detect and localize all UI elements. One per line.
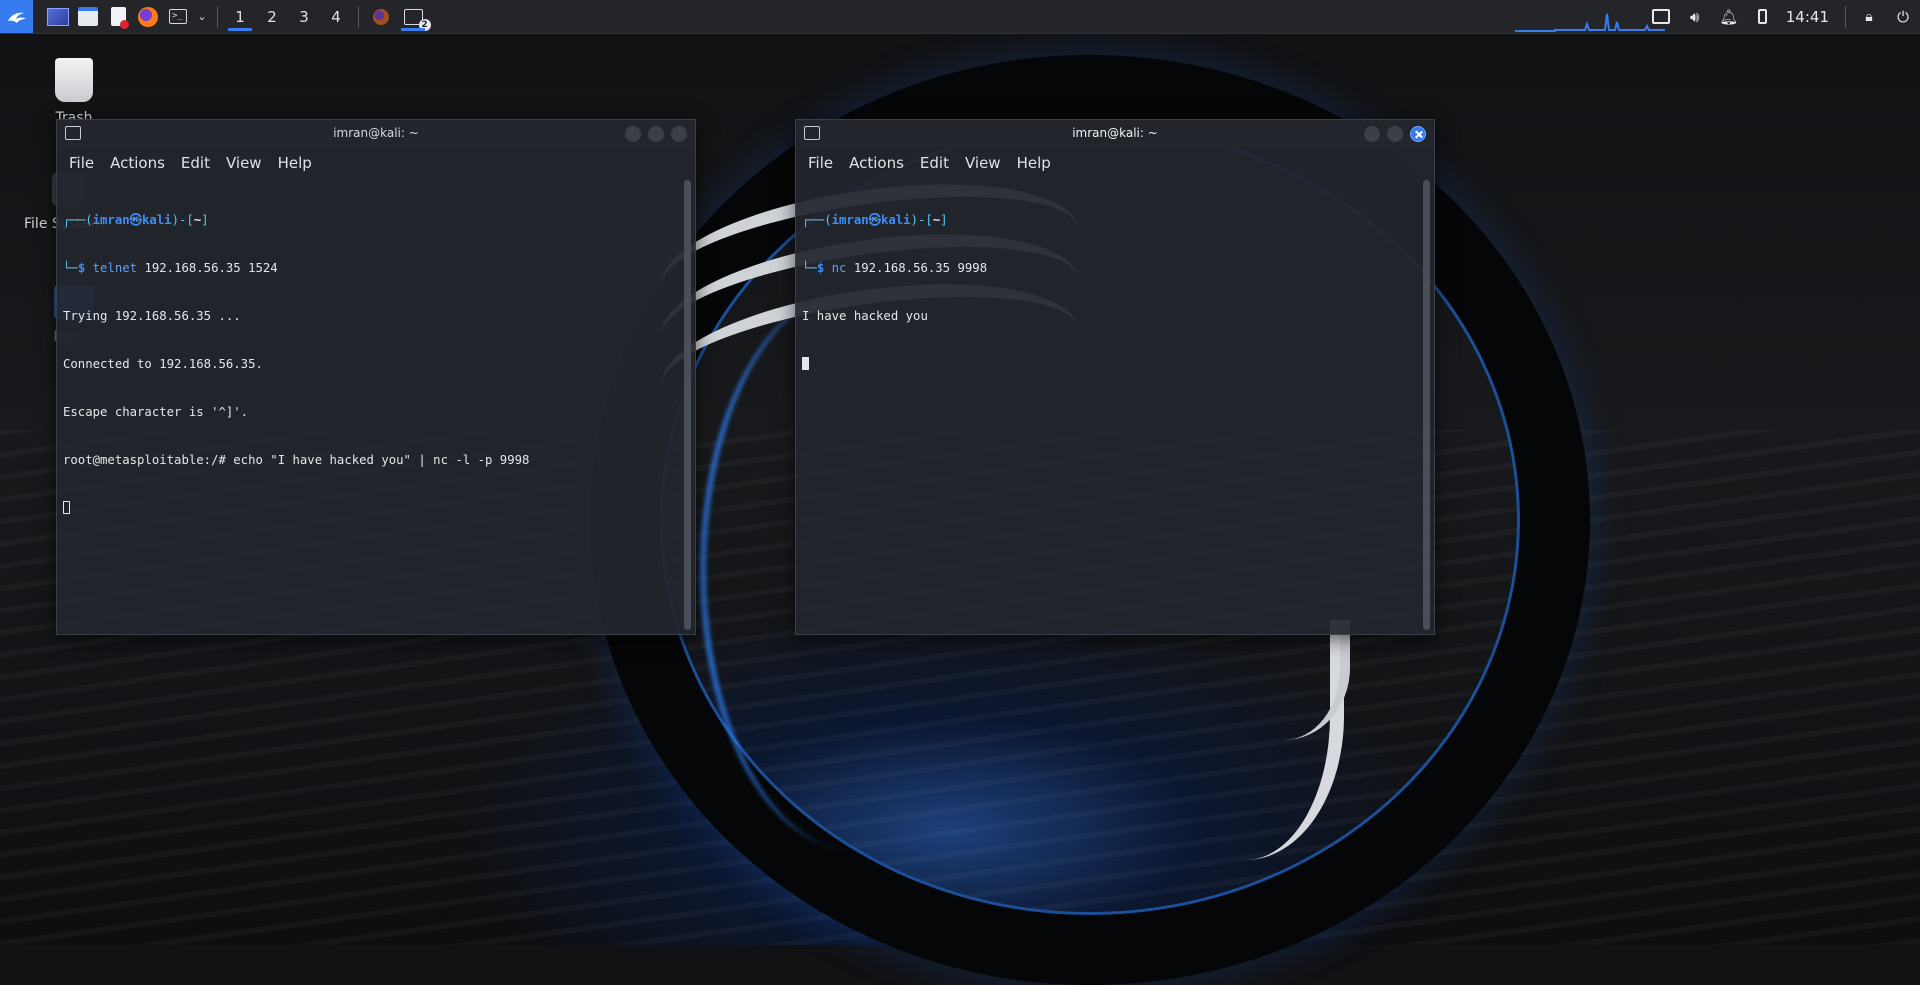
command-line: └─$ telnet 192.168.56.35 1524: [63, 261, 278, 275]
firefox-icon: [138, 6, 158, 27]
menu-file[interactable]: File: [69, 154, 94, 172]
window-titlebar[interactable]: imran@kali: ~: [796, 120, 1434, 148]
terminal-window-left[interactable]: imran@kali: ~ File Actions Edit View Hel…: [56, 119, 696, 635]
minimize-button[interactable]: [625, 126, 641, 142]
panel-separator: [217, 5, 218, 28]
panel-separator: [358, 5, 359, 28]
taskbar-terminal[interactable]: 2: [397, 0, 431, 33]
text-cursor: [63, 501, 70, 514]
desktop-icon: [47, 7, 69, 26]
volume-tray-button[interactable]: 🔊︎: [1678, 0, 1712, 33]
terminal-window-right[interactable]: imran@kali: ~ File Actions Edit View Hel…: [795, 119, 1435, 635]
window-title: imran@kali: ~: [333, 126, 419, 140]
notifications-tray-button[interactable]: 🔔︎: [1712, 0, 1746, 33]
prompt-line: ┌──(imran㉿kali)-[~]: [802, 213, 948, 227]
lock-screen-button[interactable]: 🔒︎: [1852, 0, 1886, 33]
top-panel: >_ ⌄ 1 2 3 4 2 🔊︎ 🔔︎ 14:41 🔒︎ ⏻: [0, 0, 1920, 34]
cursor-line: [802, 356, 1418, 372]
close-button[interactable]: [671, 126, 687, 142]
trash-icon: [55, 58, 93, 102]
lock-icon: 🔒︎: [1865, 8, 1873, 25]
text-cursor: [802, 357, 809, 370]
folder-icon: [78, 7, 98, 26]
launcher-dropdown[interactable]: ⌄: [193, 0, 211, 33]
bell-icon: 🔔︎: [1719, 7, 1739, 26]
window-count-badge: 2: [418, 18, 431, 31]
window-title: imran@kali: ~: [1072, 126, 1158, 140]
output-line: I have hacked you: [802, 309, 928, 323]
menu-file[interactable]: File: [808, 154, 833, 172]
command-args: 192.168.56.35 1524: [137, 261, 278, 275]
panel-separator: [1845, 5, 1846, 28]
terminal-screen[interactable]: ┌──(imran㉿kali)-[~] └─$ telnet 192.168.5…: [63, 180, 679, 632]
menu-bar: File Actions Edit View Help: [796, 148, 1434, 178]
application-menu-button[interactable]: [0, 0, 33, 33]
logout-button[interactable]: ⏻: [1886, 0, 1920, 33]
file-manager-button[interactable]: [73, 0, 103, 33]
command-name: telnet: [92, 261, 138, 275]
output-line: Escape character is '^]'.: [63, 405, 249, 419]
menu-actions[interactable]: Actions: [849, 154, 904, 172]
menu-bar: File Actions Edit View Help: [57, 148, 695, 178]
close-button[interactable]: [1410, 126, 1426, 142]
power-tray-button[interactable]: [1746, 0, 1780, 33]
terminal-icon: 2: [403, 8, 431, 31]
output-line: Trying 192.168.56.35 ...: [63, 309, 241, 323]
output-line: root@metasploitable:/# echo "I have hack…: [63, 453, 530, 467]
menu-edit[interactable]: Edit: [181, 154, 210, 172]
terminal-launcher-button[interactable]: >_: [163, 0, 193, 33]
workspace-3[interactable]: 3: [288, 0, 320, 33]
menu-actions[interactable]: Actions: [110, 154, 165, 172]
network-monitor-graph: [1515, 13, 1665, 32]
show-desktop-button[interactable]: [43, 0, 73, 33]
text-editor-button[interactable]: [103, 0, 133, 33]
command-args: 192.168.56.35 9998: [846, 261, 988, 275]
workspace-4[interactable]: 4: [320, 0, 352, 33]
output-line: Connected to 192.168.56.35.: [63, 357, 263, 371]
vertical-scrollbar[interactable]: [684, 180, 691, 630]
display-tray-button[interactable]: [1644, 0, 1678, 33]
firefox-button[interactable]: [133, 0, 163, 33]
menu-view[interactable]: View: [965, 154, 1001, 172]
taskbar-firefox[interactable]: [365, 0, 397, 33]
speaker-icon: 🔊︎: [1690, 7, 1700, 26]
cursor-line: [63, 500, 679, 516]
monitor-icon: [1651, 9, 1670, 24]
firefox-icon: [373, 8, 389, 25]
maximize-button[interactable]: [648, 126, 664, 142]
command-name: nc: [831, 261, 847, 275]
power-icon: ⏻: [1897, 7, 1909, 26]
maximize-button[interactable]: [1387, 126, 1403, 142]
terminal-icon: >_: [169, 9, 187, 24]
kali-dragon-icon: [7, 12, 26, 23]
menu-view[interactable]: View: [226, 154, 262, 172]
menu-edit[interactable]: Edit: [920, 154, 949, 172]
minimize-button[interactable]: [1364, 126, 1380, 142]
desktop-icon-trash[interactable]: Trash: [46, 58, 102, 126]
terminal-screen[interactable]: ┌──(imran㉿kali)-[~] └─$ nc 192.168.56.35…: [802, 180, 1418, 632]
vertical-scrollbar[interactable]: [1423, 180, 1430, 630]
system-tray: 🔊︎ 🔔︎ 14:41 🔒︎ ⏻: [1644, 0, 1920, 33]
command-line: └─$ nc 192.168.56.35 9998: [802, 261, 988, 275]
workspace-2[interactable]: 2: [256, 0, 288, 33]
workspace-1[interactable]: 1: [224, 0, 256, 33]
panel-clock[interactable]: 14:41: [1780, 8, 1839, 26]
window-titlebar[interactable]: imran@kali: ~: [57, 120, 695, 148]
menu-help[interactable]: Help: [278, 154, 312, 172]
menu-help[interactable]: Help: [1017, 154, 1051, 172]
prompt-line: ┌──(imran㉿kali)-[~]: [63, 213, 209, 227]
chevron-down-icon: ⌄: [197, 10, 207, 23]
battery-icon: [1758, 9, 1768, 24]
text-editor-icon: [110, 7, 129, 29]
